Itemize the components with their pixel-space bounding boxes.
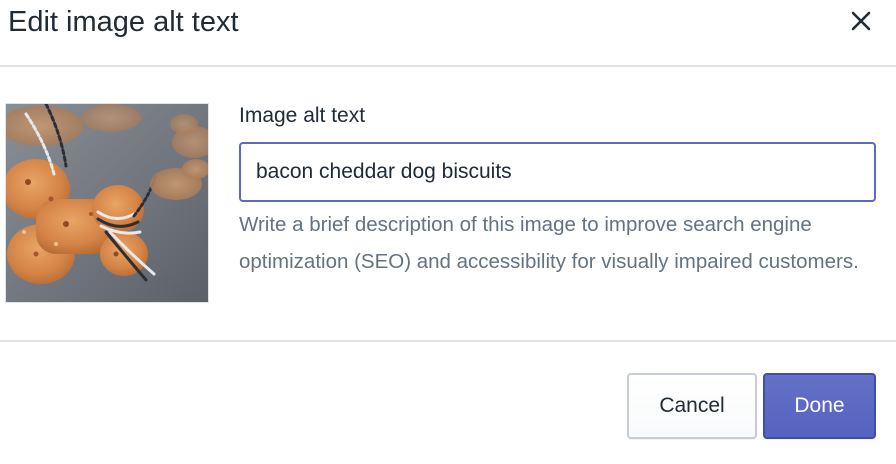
modal-body: Image alt text Write a brief description… xyxy=(0,67,896,341)
close-button[interactable] xyxy=(842,2,880,40)
edit-alt-text-modal: Edit image alt text Image alt text bacon… xyxy=(0,0,896,464)
image-thumbnail xyxy=(5,103,209,303)
alt-text-label: Image alt text xyxy=(239,104,366,127)
alt-text-help: Write a brief description of this image … xyxy=(239,213,859,273)
alt-text-input[interactable] xyxy=(239,142,876,202)
modal-header: Edit image alt text xyxy=(0,0,896,67)
modal-title: Edit image alt text xyxy=(8,6,239,38)
modal-footer: Cancel Done xyxy=(0,340,896,464)
cancel-button[interactable]: Cancel xyxy=(627,373,757,439)
done-button[interactable]: Done xyxy=(763,373,876,439)
close-icon xyxy=(850,10,872,32)
dog-biscuits-image xyxy=(6,104,208,302)
